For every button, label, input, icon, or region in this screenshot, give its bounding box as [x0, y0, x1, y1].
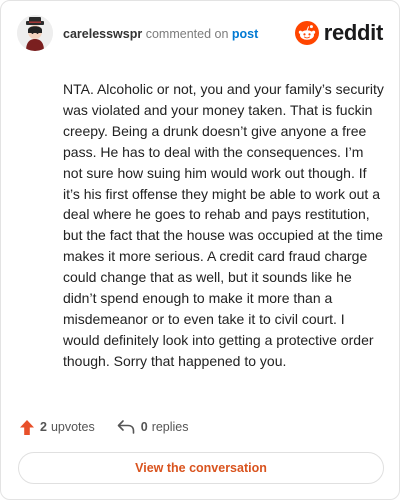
- reddit-brand[interactable]: reddit: [294, 18, 384, 48]
- comment-stats: 2 upvotes 0 replies: [19, 416, 189, 438]
- post-link[interactable]: post: [232, 27, 258, 41]
- comment-body: NTA. Alcoholic or not, you and your fami…: [63, 81, 384, 369]
- view-conversation-button[interactable]: View the conversation: [18, 452, 384, 484]
- upvotes-label: upvotes: [50, 420, 95, 434]
- replies-count: 0: [140, 420, 148, 434]
- reply-arrow-icon: [117, 419, 135, 435]
- comment-header: carelesswspr commented on post reddit: [17, 15, 383, 55]
- action-text: commented on: [145, 27, 229, 41]
- comment-byline: carelesswspr commented on post: [63, 26, 258, 42]
- avatar-illustration: [17, 15, 53, 51]
- user-avatar[interactable]: [17, 15, 53, 51]
- reddit-logo-icon: [294, 21, 319, 45]
- comment-embed-card: carelesswspr commented on post reddit NT…: [0, 0, 400, 500]
- upvotes-count: 2: [40, 420, 47, 434]
- brand-wordmark: reddit: [323, 20, 384, 45]
- username-link[interactable]: carelesswspr: [63, 27, 142, 41]
- upvote-arrow-icon: [19, 419, 35, 436]
- replies-label: replies: [151, 420, 189, 434]
- upvotes-stat[interactable]: 2 upvotes: [19, 419, 95, 436]
- replies-stat[interactable]: 0 replies: [117, 419, 189, 435]
